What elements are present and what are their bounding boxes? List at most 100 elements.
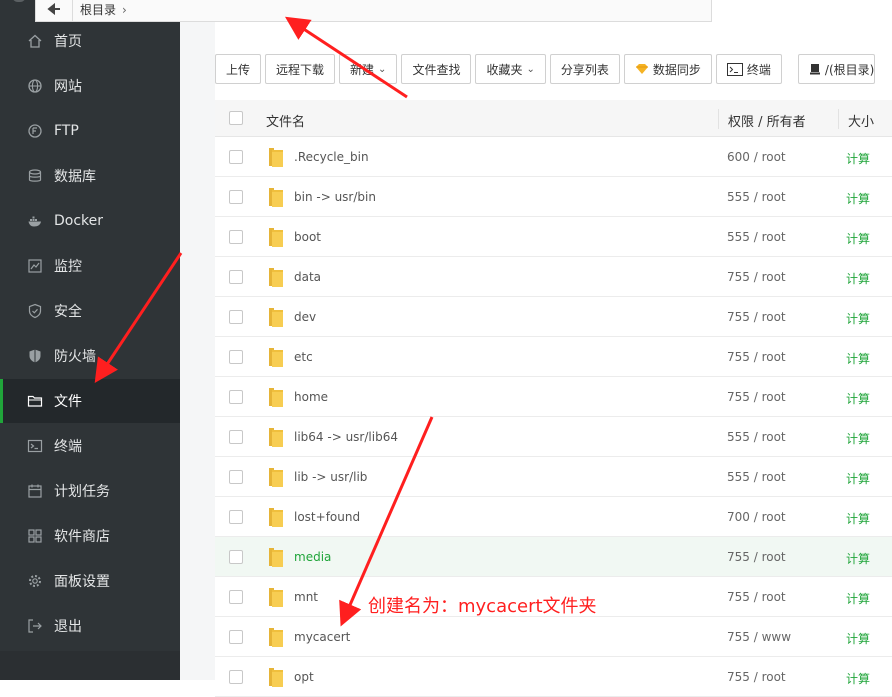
calculate-size-link[interactable]: 计算	[846, 350, 870, 367]
sidebar-item-monitor[interactable]: 监控	[0, 244, 180, 288]
column-header-size[interactable]: 大小	[848, 111, 874, 130]
data-sync-button[interactable]: 数据同步	[623, 54, 712, 84]
file-name[interactable]: lib64 -> usr/lib64	[294, 430, 398, 444]
row-checkbox[interactable]	[229, 550, 243, 564]
row-checkbox[interactable]	[229, 630, 243, 644]
row-checkbox[interactable]	[229, 590, 243, 604]
new-button[interactable]: 新建 ⌄	[339, 54, 398, 84]
row-checkbox[interactable]	[229, 310, 243, 324]
sidebar-item-ftp[interactable]: FTP	[0, 109, 180, 153]
table-row[interactable]: dev 755 / root 计算	[215, 297, 892, 337]
table-row[interactable]: lost+found 700 / root 计算	[215, 497, 892, 537]
table-row[interactable]: data 755 / root 计算	[215, 257, 892, 297]
calculate-size-link[interactable]: 计算	[846, 390, 870, 407]
row-checkbox[interactable]	[229, 430, 243, 444]
calculate-size-link[interactable]: 计算	[846, 150, 870, 167]
sidebar-item-security[interactable]: 安全	[0, 289, 180, 333]
sidebar-item-files[interactable]: 文件	[0, 379, 180, 423]
file-name[interactable]: mycacert	[294, 630, 350, 644]
favorites-button[interactable]: 收藏夹 ⌄	[475, 54, 546, 84]
file-permission[interactable]: 755 / root	[727, 310, 786, 324]
calculate-size-link[interactable]: 计算	[846, 470, 870, 487]
file-permission[interactable]: 755 / root	[727, 590, 786, 604]
toolbar: 上传 远程下载 新建 ⌄ 文件查找 收藏夹 ⌄ 分享列表 数据同步 终端 /(根目录…	[215, 54, 876, 86]
back-button[interactable]	[36, 0, 73, 21]
file-search-button[interactable]: 文件查找	[401, 54, 472, 84]
row-checkbox[interactable]	[229, 190, 243, 204]
calculate-size-link[interactable]: 计算	[846, 510, 870, 527]
calculate-size-link[interactable]: 计算	[846, 550, 870, 567]
sidebar-item-cron[interactable]: 计划任务	[0, 469, 180, 513]
file-permission[interactable]: 755 / root	[727, 350, 786, 364]
sidebar-item-database[interactable]: 数据库	[0, 154, 180, 198]
calculate-size-link[interactable]: 计算	[846, 310, 870, 327]
file-permission[interactable]: 755 / root	[727, 270, 786, 284]
calculate-size-link[interactable]: 计算	[846, 630, 870, 647]
calculate-size-link[interactable]: 计算	[846, 270, 870, 287]
table-row[interactable]: media 755 / root 计算	[215, 537, 892, 577]
row-checkbox[interactable]	[229, 390, 243, 404]
row-checkbox[interactable]	[229, 510, 243, 524]
sidebar-item-firewall[interactable]: 防火墙	[0, 334, 180, 378]
sidebar-item-website[interactable]: 网站	[0, 64, 180, 108]
calculate-size-link[interactable]: 计算	[846, 670, 870, 687]
table-row[interactable]: lib -> usr/lib 555 / root 计算	[215, 457, 892, 497]
file-name[interactable]: mnt	[294, 590, 318, 604]
table-row[interactable]: bin -> usr/bin 555 / root 计算	[215, 177, 892, 217]
file-name[interactable]: dev	[294, 310, 316, 324]
sidebar-item-terminal[interactable]: 终端	[0, 424, 180, 468]
breadcrumb-root[interactable]: 根目录 ›	[80, 1, 127, 18]
row-checkbox[interactable]	[229, 230, 243, 244]
file-name[interactable]: home	[294, 390, 328, 404]
calculate-size-link[interactable]: 计算	[846, 430, 870, 447]
table-row[interactable]: opt 755 / root 计算	[215, 657, 892, 697]
file-name[interactable]: etc	[294, 350, 313, 364]
file-permission[interactable]: 555 / root	[727, 230, 786, 244]
file-permission[interactable]: 755 / www	[727, 630, 791, 644]
file-permission[interactable]: 755 / root	[727, 550, 786, 564]
file-name[interactable]: media	[294, 550, 331, 564]
table-row[interactable]: etc 755 / root 计算	[215, 337, 892, 377]
sidebar-item-home[interactable]: 首页	[0, 19, 180, 63]
file-permission[interactable]: 700 / root	[727, 510, 786, 524]
table-row[interactable]: mycacert 755 / www 计算	[215, 617, 892, 657]
sidebar-item-docker[interactable]: Docker	[0, 199, 180, 243]
file-name[interactable]: bin -> usr/bin	[294, 190, 376, 204]
file-permission[interactable]: 555 / root	[727, 470, 786, 484]
share-list-button[interactable]: 分享列表	[549, 54, 620, 84]
file-name[interactable]: opt	[294, 670, 314, 684]
disk-root-button[interactable]: /(根目录)	[797, 54, 876, 84]
row-checkbox[interactable]	[229, 270, 243, 284]
column-header-permission[interactable]: 权限 / 所有者	[728, 111, 806, 130]
row-checkbox[interactable]	[229, 150, 243, 164]
row-checkbox[interactable]	[229, 470, 243, 484]
table-row[interactable]: boot 555 / root 计算	[215, 217, 892, 257]
file-permission[interactable]: 600 / root	[727, 150, 786, 164]
file-name[interactable]: lib -> usr/lib	[294, 470, 367, 484]
remote-download-button[interactable]: 远程下载	[265, 54, 336, 84]
select-all-checkbox[interactable]	[229, 111, 243, 125]
row-checkbox[interactable]	[229, 350, 243, 364]
column-header-name[interactable]: 文件名	[266, 111, 305, 130]
table-row[interactable]: home 755 / root 计算	[215, 377, 892, 417]
folder-icon	[267, 626, 285, 648]
file-name[interactable]: data	[294, 270, 321, 284]
row-checkbox[interactable]	[229, 670, 243, 684]
file-permission[interactable]: 555 / root	[727, 190, 786, 204]
file-name[interactable]: .Recycle_bin	[294, 150, 369, 164]
sidebar-item-settings[interactable]: 面板设置	[0, 559, 180, 603]
terminal-button[interactable]: 终端	[715, 54, 782, 84]
calculate-size-link[interactable]: 计算	[846, 230, 870, 247]
sidebar-item-logout[interactable]: 退出	[0, 604, 180, 648]
table-row[interactable]: .Recycle_bin 600 / root 计算	[215, 137, 892, 177]
sidebar-item-app-store[interactable]: 软件商店	[0, 514, 180, 558]
file-permission[interactable]: 755 / root	[727, 670, 786, 684]
file-name[interactable]: lost+found	[294, 510, 360, 524]
upload-button[interactable]: 上传	[215, 54, 262, 84]
file-permission[interactable]: 555 / root	[727, 430, 786, 444]
table-row[interactable]: lib64 -> usr/lib64 555 / root 计算	[215, 417, 892, 457]
file-permission[interactable]: 755 / root	[727, 390, 786, 404]
calculate-size-link[interactable]: 计算	[846, 190, 870, 207]
file-name[interactable]: boot	[294, 230, 321, 244]
calculate-size-link[interactable]: 计算	[846, 590, 870, 607]
